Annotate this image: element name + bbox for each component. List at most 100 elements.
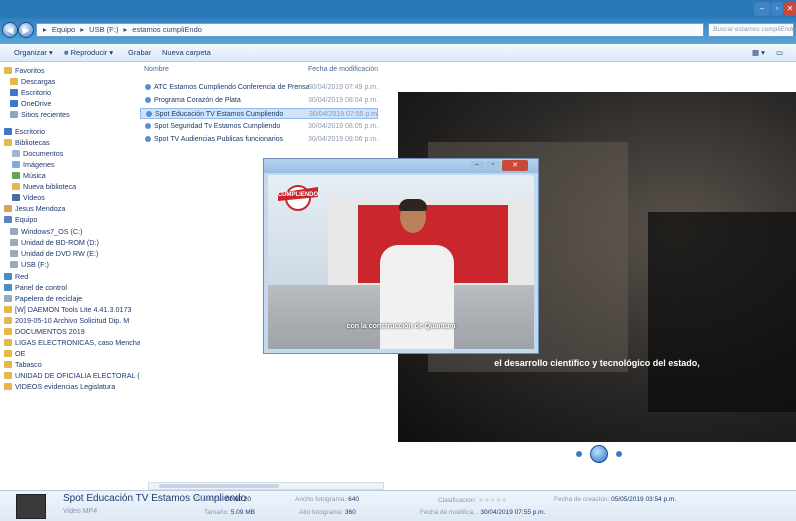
horizontal-scrollbar[interactable] [148,482,384,490]
nav-item-label: Windows7_OS (C:) [21,227,83,236]
folder-icon [4,284,12,291]
nav-item[interactable]: OE [4,348,25,359]
folder-icon [4,128,12,135]
player-title-bar[interactable]: – ▫ ✕ [264,159,538,173]
nav-item[interactable]: Red [4,271,28,282]
nav-item[interactable]: Descargas [10,76,55,87]
column-header-date[interactable]: Fecha de modificación [308,66,378,73]
nav-item[interactable]: Panel de control [4,282,67,293]
nav-item[interactable]: Imágenes [12,159,55,170]
folder-icon [4,295,12,302]
created-field: Fecha de creación: 05/05/2019 03:54 p.m. [554,496,676,503]
nav-item[interactable]: Jesus Mendoza [4,203,65,214]
nav-item[interactable]: DOCUMENTOS 2019 [4,326,85,337]
nav-item[interactable]: Documentos [12,148,63,159]
nav-item-label: Equipo [15,215,38,224]
nav-item[interactable]: Favoritos [4,65,45,76]
search-input[interactable]: Buscar estamos cumpliEndo [708,23,794,37]
preview-playback-controls [564,445,634,463]
nav-item-label: UNIDAD DE OFICIALIA ELECTORAL ( [15,371,140,380]
folder-icon [4,328,12,335]
folder-icon [4,139,12,146]
nav-item[interactable]: Nueva biblioteca [12,181,76,192]
nav-item-label: Sitios recientes [21,110,70,119]
size-label: Tamaño: [204,509,229,516]
view-options-icon[interactable]: ▦ ▾ [752,48,765,57]
file-row[interactable]: Spot TV Audiencias Publicas funcionarios… [140,134,378,145]
nav-item[interactable]: Escritorio [4,126,45,137]
address-bar[interactable]: ▸ Equipo ▸ USB (F:) ▸ estamos cumpliEndo [36,23,704,37]
folder-icon [10,261,18,268]
nav-item[interactable]: Unidad de BD-ROM (D:) [10,237,99,248]
player-close-button[interactable]: ✕ [502,160,528,171]
close-button[interactable]: ✕ [784,2,796,16]
nav-item-label: Tabasco [15,360,42,369]
nav-item[interactable]: Equipo [4,214,37,225]
folder-icon [4,372,12,379]
file-row[interactable]: ATC Estamos Cumpliendo Conferencia de Pr… [140,82,378,93]
file-date: 30/04/2019 08:06 p.m. [308,136,379,143]
nav-item-label: Escritorio [21,88,51,97]
title-bar-band [0,0,796,18]
file-row[interactable]: Programa Corazón de Plata 30/04/2019 08:0… [140,95,378,106]
nav-item-label: Bibliotecas [15,138,50,147]
modified-value: 30/04/2019 07:55 p.m. [480,509,546,516]
player-maximize-button[interactable]: ▫ [486,161,500,170]
preview-pane-icon[interactable]: ▭ [776,48,783,57]
nav-item[interactable]: [W] DAEMON Tools Lite 4.41.3.0173 [4,304,132,315]
nav-item[interactable]: Sitios recientes [10,109,70,120]
rating-stars-icon[interactable]: ★★★★★ [478,497,507,504]
forward-icon[interactable]: ▶ [18,22,34,38]
player-minimize-button[interactable]: – [470,161,484,170]
nav-item[interactable]: USB (F:) [10,259,49,270]
nav-item-label: Unidad de DVD RW (E:) [21,249,99,258]
media-player-window[interactable]: – ▫ ✕ CUMPLIENDO con la construcción de … [263,158,539,354]
back-icon[interactable]: ◀ [2,22,18,38]
file-row[interactable]: Spot Seguridad Tv Estamos Cumpliendo 30/0… [140,121,378,132]
video-subtitle: el desarrollo científico y tecnológico d… [494,358,700,368]
new-folder-button[interactable]: Nueva carpeta [162,48,211,57]
nav-item[interactable]: Windows7_OS (C:) [10,226,83,237]
next-icon[interactable] [616,451,622,457]
duration-field: Duración: 00:00:20 [196,496,251,503]
nav-item[interactable]: Unidad de DVD RW (E:) [10,248,98,259]
nav-item-label: USB (F:) [21,260,49,269]
player-video[interactable]: CUMPLIENDO con la construcción de Quantu… [268,175,534,349]
organize-button[interactable]: Organizar ▾ [14,48,53,57]
play-button[interactable]: ■ Reproducir ▾ [64,48,113,57]
breadcrumb-folder[interactable]: estamos cumpliEndo [132,25,202,34]
burn-button[interactable]: Grabar [128,48,151,57]
nav-item[interactable]: UNIDAD DE OFICIALIA ELECTORAL ( [4,370,140,381]
frame-width-label: Ancho fotograma: [295,496,347,503]
play-icon[interactable] [590,445,608,463]
column-header-name[interactable]: Nombre [144,66,169,73]
nav-item[interactable]: Bibliotecas [4,137,50,148]
file-name: Spot Seguridad Tv Estamos Cumpliendo [154,123,281,130]
video-file-icon [146,111,152,117]
breadcrumb-usb[interactable]: USB (F:) [89,25,118,34]
nav-item-label: Favoritos [15,66,45,75]
breadcrumb-equipo[interactable]: Equipo [52,25,75,34]
nav-item-label: OneDrive [21,99,52,108]
file-row[interactable]: Spot Educación TV Estamos Cumpliendo 30/0… [140,108,379,119]
nav-item[interactable]: 2019-05-10 Archivo Solicitud Dip. M [4,315,129,326]
nav-item[interactable]: VIDEOS evidencias Legislatura [4,381,115,392]
folder-icon [4,350,12,357]
minimize-button[interactable]: – [754,2,770,16]
nav-item[interactable]: Papelera de reciclaje [4,293,82,304]
nav-item[interactable]: Música [12,170,46,181]
scrollbar-thumb[interactable] [159,484,279,488]
nav-item[interactable]: OneDrive [10,98,51,109]
frame-height-field: Alto fotograma: 360 [299,509,356,516]
file-date: 30/04/2019 08:05 p.m. [308,123,379,130]
nav-item[interactable]: LIGAS ELECTRONICAS, caso Mencha [4,337,140,348]
frame-height-label: Alto fotograma: [299,509,344,516]
folder-icon [4,361,12,368]
nav-item[interactable]: Escritorio [10,87,51,98]
folder-icon [4,317,12,324]
previous-icon[interactable] [576,451,582,457]
nav-item[interactable]: Tabasco [4,359,42,370]
maximize-button[interactable]: ▫ [771,2,783,16]
nav-item-label: Imágenes [23,160,55,169]
nav-item[interactable]: Videos [12,192,45,203]
